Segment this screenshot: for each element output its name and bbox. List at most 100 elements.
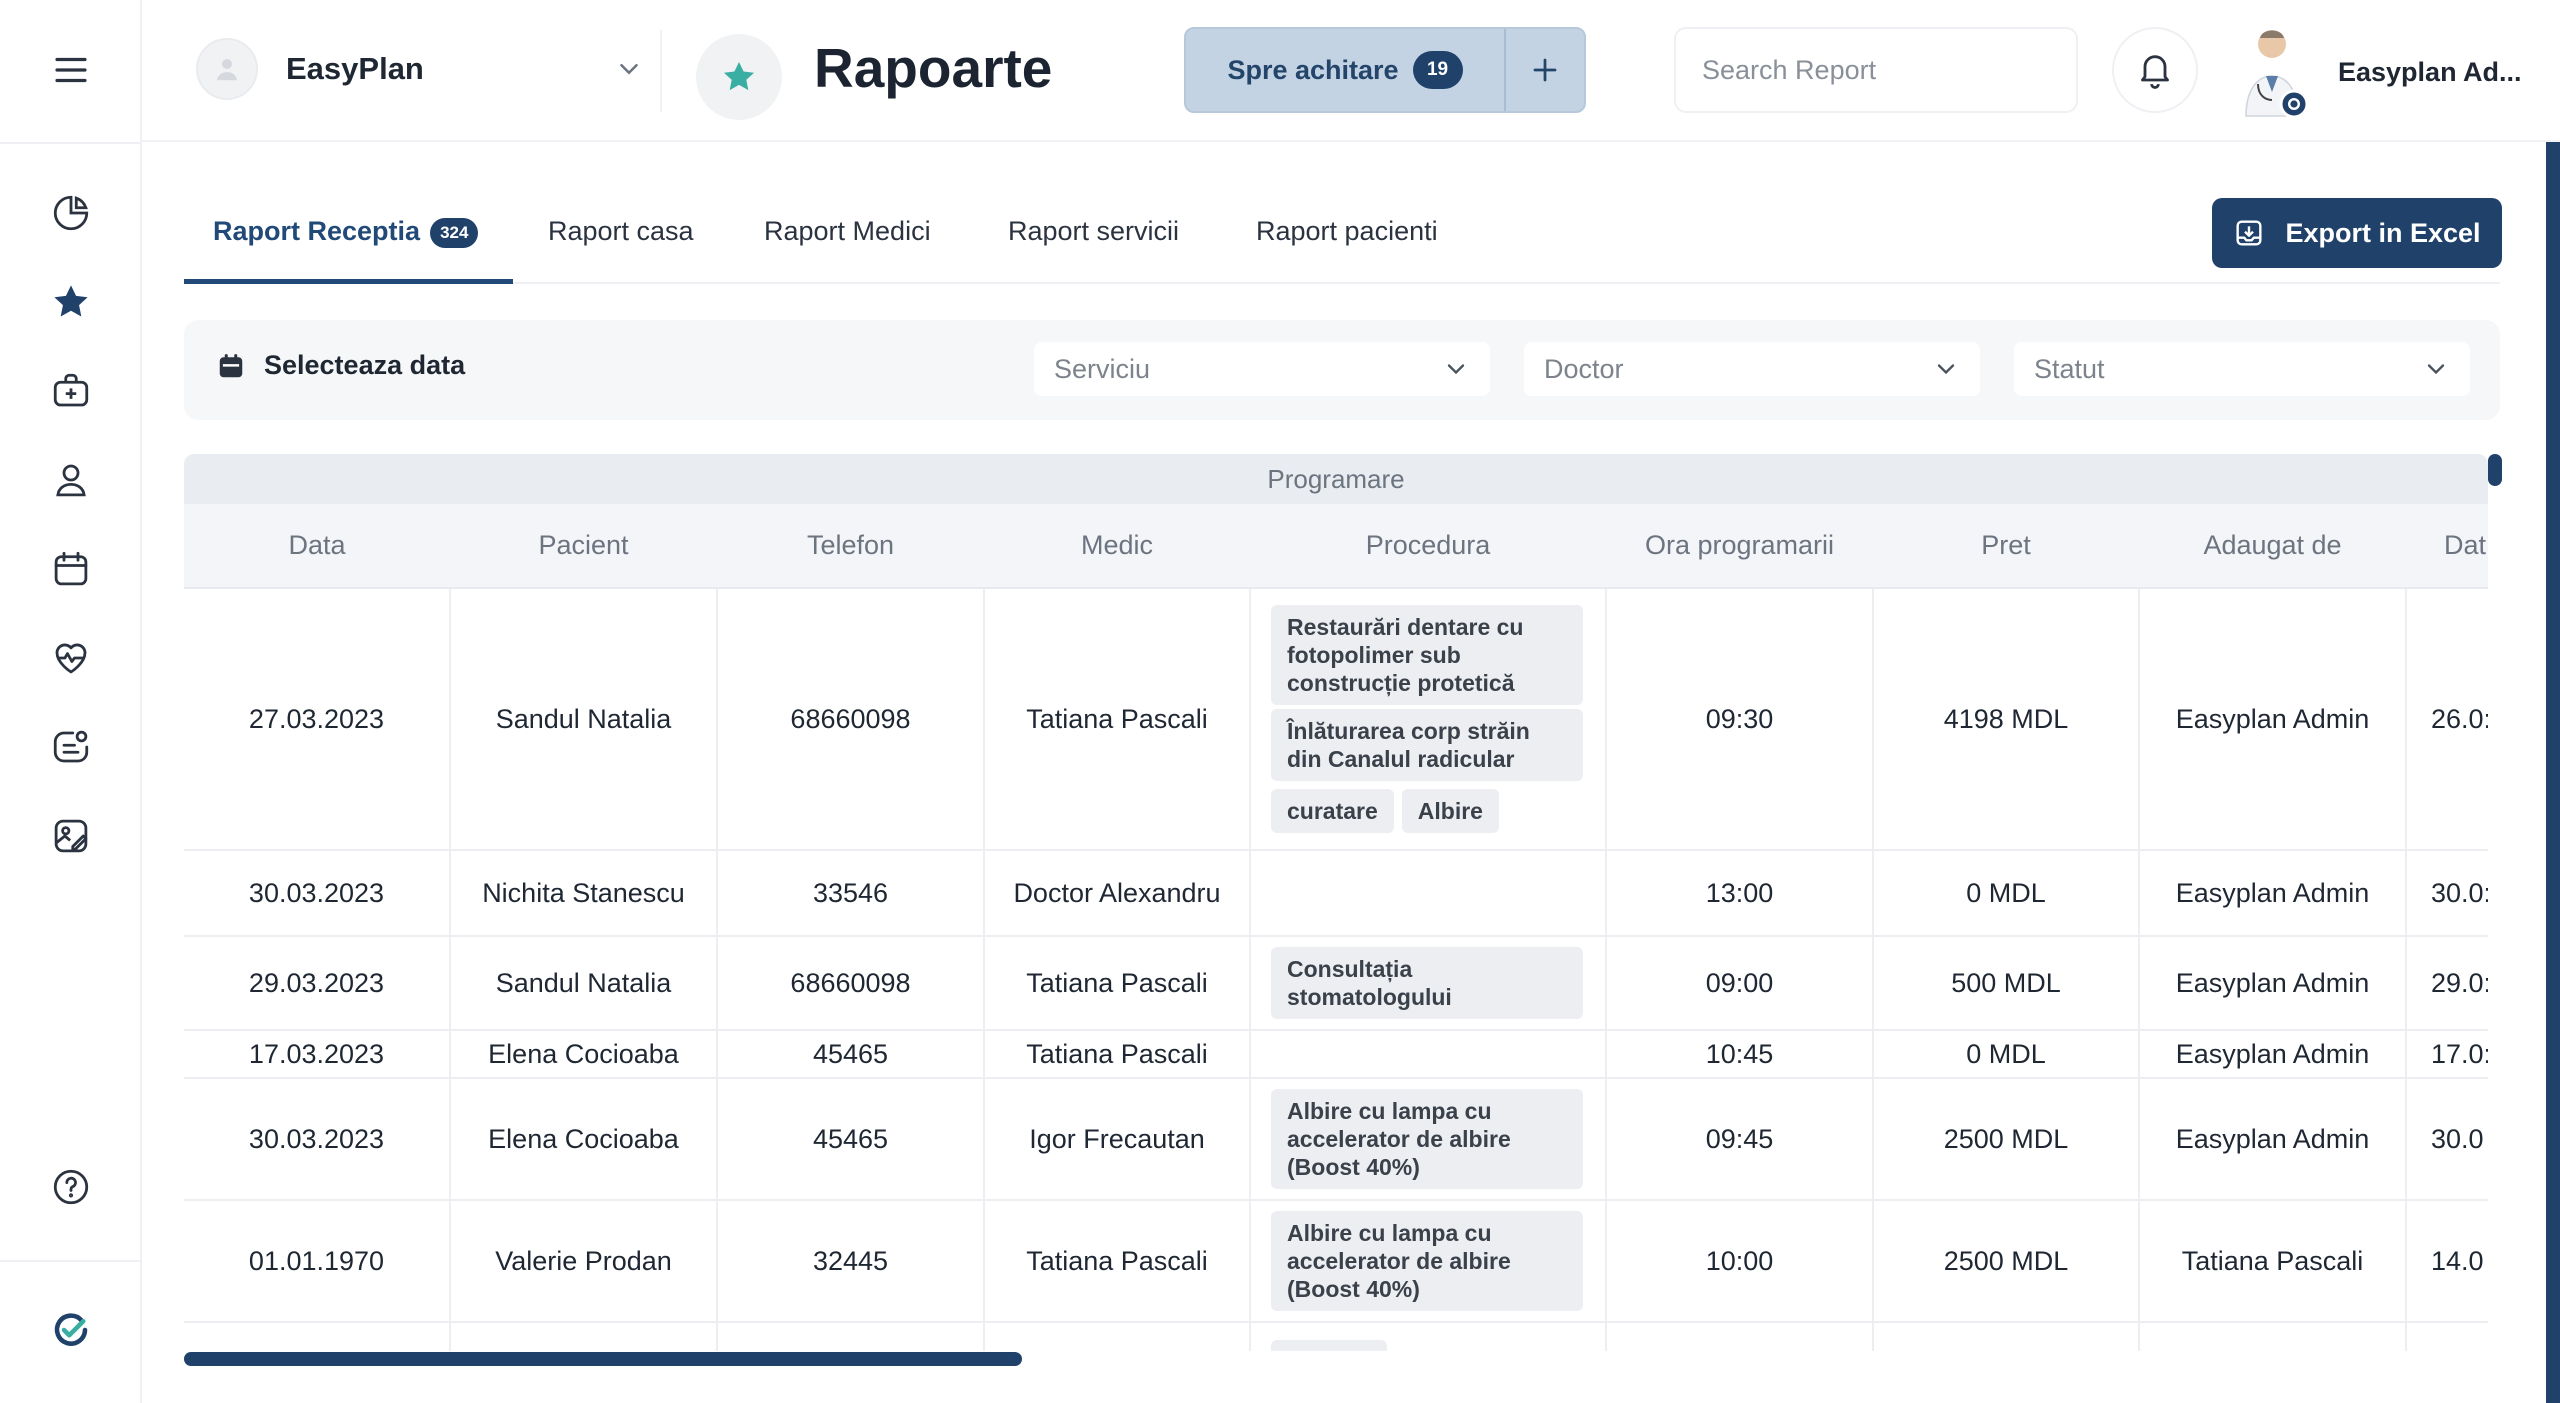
cell-data: 01.01.1970 bbox=[184, 1200, 451, 1323]
cell-medic: Tatiana Pascali bbox=[984, 1200, 1251, 1323]
reports-pie-icon[interactable] bbox=[47, 189, 95, 237]
cell-pret: 2500 MDL bbox=[1873, 1078, 2140, 1201]
report-tabs: Raport Receptia 324 Raport casa Raport M… bbox=[184, 198, 2500, 284]
menu-icon[interactable] bbox=[47, 46, 95, 94]
service-select[interactable]: Serviciu bbox=[1034, 342, 1490, 396]
calendar-icon bbox=[219, 353, 243, 377]
column-header[interactable]: Pacient bbox=[450, 504, 717, 589]
table-horizontal-scrollbar[interactable] bbox=[184, 1352, 1022, 1366]
procedure-chip: Albire bbox=[1401, 789, 1499, 833]
tab-raport-casa[interactable]: Raport casa bbox=[548, 198, 694, 284]
cell-adaugat: Easyplan Admin bbox=[2139, 1030, 2407, 1079]
procedure-chip: Air flow bbox=[1271, 1340, 1388, 1351]
table-row[interactable]: 27.03.2023 Sandul Natalia 68660098 Tatiana … bbox=[184, 588, 2488, 851]
cell-telefon: 45465 bbox=[717, 1030, 985, 1079]
column-header[interactable]: Medic bbox=[984, 504, 1250, 589]
table-row[interactable]: 01.01.1970 Valerie Prodan 32445 Tatiana Pas… bbox=[184, 1200, 2488, 1323]
heart-icon[interactable] bbox=[47, 634, 95, 682]
cell-adaugat: Easyplan Admin bbox=[2139, 1322, 2407, 1351]
procedure-chip: Restaurări dentare cu fotopolimer sub co… bbox=[1271, 605, 1583, 705]
tab-count-badge: 324 bbox=[430, 218, 479, 248]
cell-adaugat: Easyplan Admin bbox=[2139, 588, 2407, 851]
cell-pret: 500 MDL bbox=[1873, 936, 2140, 1031]
cell-medic: Tatiana Pascali bbox=[984, 588, 1251, 851]
tab-label: Raport Medici bbox=[764, 216, 931, 246]
sidebar-divider bbox=[0, 142, 142, 144]
cell-procedura: Albire cu lampa cu accelerator de albire… bbox=[1250, 1078, 1607, 1201]
bell-icon bbox=[2141, 55, 2169, 89]
table-vertical-scrollbar[interactable] bbox=[2488, 454, 2502, 486]
cell-pacient: Sandul Natalia bbox=[450, 936, 718, 1031]
cell-telefon: 37368825307 bbox=[717, 1322, 985, 1351]
cell-pret: 2500 MDL bbox=[1873, 1200, 2140, 1323]
column-header[interactable]: Pret bbox=[1873, 504, 2139, 589]
notifications-button[interactable] bbox=[2112, 27, 2198, 113]
table-row[interactable]: 29.03.2023 Sandul Natalia 68660098 Tatiana … bbox=[184, 936, 2488, 1031]
column-header[interactable]: Dat bbox=[2406, 504, 2488, 589]
chat-icon[interactable] bbox=[47, 723, 95, 771]
medical-kit-icon[interactable] bbox=[47, 367, 95, 415]
table-row[interactable]: 17.03.2023 Elena Cocioaba 45465 Tatiana Pas… bbox=[184, 1030, 2488, 1079]
image-edit-icon[interactable] bbox=[47, 812, 95, 860]
service-select-value: Serviciu bbox=[1054, 353, 1151, 384]
header-divider bbox=[660, 30, 662, 112]
table-row[interactable]: 30.03.2023 Nichita Stanescu 33546 Doctor Al… bbox=[184, 850, 2488, 937]
status-select[interactable]: Statut bbox=[2014, 342, 2470, 396]
column-header[interactable]: Ora programarii bbox=[1606, 504, 1873, 589]
cell-dat: 14.0 bbox=[2406, 1200, 2488, 1323]
cell-data: 30.03.2023 bbox=[184, 850, 451, 937]
column-header[interactable]: Adaugat de bbox=[2139, 504, 2406, 589]
cell-telefon: 45465 bbox=[717, 1078, 985, 1201]
cell-pacient: Nichita Stanescu bbox=[450, 850, 718, 937]
chevron-down-icon bbox=[1937, 364, 1955, 375]
user-name: Easyplan Ad... bbox=[2338, 56, 2522, 87]
tab-label: Raport Receptia bbox=[213, 216, 421, 246]
table-row[interactable]: 30.03.2023 Elena Cocioaba 45465 Igor Frecau… bbox=[184, 1078, 2488, 1201]
star-icon[interactable] bbox=[47, 278, 95, 326]
procedure-chip: Înlăturarea corp străin din Canalul radi… bbox=[1271, 709, 1583, 781]
tab-raport-servicii[interactable]: Raport servicii bbox=[1008, 198, 1179, 284]
table-header-row: Data Pacient Telefon Medic Procedura Ora… bbox=[184, 504, 2488, 589]
column-header[interactable]: Telefon bbox=[717, 504, 984, 589]
help-icon[interactable] bbox=[47, 1163, 95, 1211]
calendar-icon[interactable] bbox=[47, 545, 95, 593]
cell-telefon: 68660098 bbox=[717, 588, 985, 851]
cell-telefon: 33546 bbox=[717, 850, 985, 937]
tab-raport-pacienti[interactable]: Raport pacienti bbox=[1256, 198, 1438, 284]
page-star-icon bbox=[696, 34, 782, 120]
tab-raport-medici[interactable]: Raport Medici bbox=[764, 198, 931, 284]
company-selector[interactable]: EasyPlan bbox=[196, 36, 644, 102]
cell-data: 27.03.2023 bbox=[184, 588, 451, 851]
doctor-select[interactable]: Doctor bbox=[1524, 342, 1980, 396]
add-payment-button[interactable] bbox=[1506, 29, 1584, 111]
search-input[interactable] bbox=[1702, 54, 2056, 86]
user-icon[interactable] bbox=[47, 456, 95, 504]
chevron-down-icon bbox=[1447, 364, 1465, 375]
tab-label: Raport casa bbox=[548, 216, 694, 246]
cell-data: 29.03.2023 bbox=[184, 936, 451, 1031]
chevron-down-icon bbox=[620, 64, 638, 75]
table-body: 27.03.2023 Sandul Natalia 68660098 Tatiana … bbox=[184, 588, 2488, 1351]
cell-procedura: Albire cu lampa cu accelerator de albire… bbox=[1250, 1200, 1607, 1323]
status-select-value: Statut bbox=[2034, 353, 2105, 384]
user-profile[interactable]: Easyplan Ad... bbox=[2232, 22, 2560, 122]
cell-procedura bbox=[1250, 1030, 1607, 1079]
cell-pret: 0 MDL bbox=[1873, 1030, 2140, 1079]
cell-dat: 29.0: bbox=[2406, 936, 2488, 1031]
sidebar-divider bbox=[0, 1260, 142, 1262]
page-scrollbar[interactable] bbox=[2546, 142, 2560, 1403]
tab-raport-receptia[interactable]: Raport Receptia 324 bbox=[184, 198, 513, 284]
report-table-container: Programare Data Pacient Telefon Medic Pr… bbox=[184, 454, 2488, 1351]
to-pay-count-badge: 19 bbox=[1412, 51, 1463, 89]
column-header[interactable]: Procedura bbox=[1250, 504, 1606, 589]
cell-medic: Tatiana Pascali bbox=[984, 936, 1251, 1031]
date-picker[interactable]: Selecteaza data bbox=[216, 350, 465, 381]
page-title: Rapoarte bbox=[814, 37, 1053, 99]
cell-ora: 09:30 bbox=[1606, 1322, 1874, 1351]
column-header[interactable]: Data bbox=[184, 504, 450, 589]
export-excel-button[interactable]: Export in Excel bbox=[2212, 198, 2502, 268]
logo-icon bbox=[47, 1306, 95, 1354]
sidebar bbox=[0, 0, 142, 1403]
table-row[interactable]: 19.04.2023Victor Apostol37368825307Docto… bbox=[184, 1322, 2488, 1351]
to-pay-button[interactable]: Spre achitare 19 bbox=[1186, 29, 1506, 111]
